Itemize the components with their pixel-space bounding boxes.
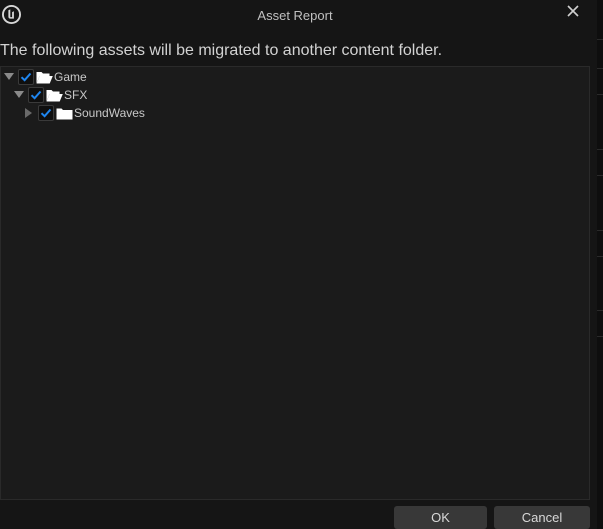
ok-button[interactable]: OK [394, 506, 487, 529]
triangle-down-icon[interactable] [13, 89, 25, 101]
title-bar: Asset Report [0, 0, 597, 34]
soundwaves-checkbox[interactable] [38, 105, 54, 121]
check-icon [30, 90, 42, 100]
window-title: Asset Report [257, 8, 333, 23]
background-strip [597, 0, 603, 529]
cancel-button[interactable]: Cancel [494, 506, 590, 529]
check-icon [20, 72, 32, 82]
sfx-checkbox[interactable] [28, 87, 44, 103]
check-icon [40, 108, 52, 118]
tree-item-game[interactable]: Game [3, 68, 87, 86]
triangle-right-icon[interactable] [23, 107, 35, 119]
tree-item-label: SoundWaves [74, 106, 145, 120]
close-button[interactable] [562, 1, 584, 21]
close-icon [567, 5, 579, 17]
migration-message: The following assets will be migrated to… [0, 42, 443, 59]
folder-icon [56, 107, 73, 120]
tree-item-soundwaves[interactable]: SoundWaves [23, 104, 145, 122]
asset-report-dialog: Asset Report The following assets will b… [0, 0, 603, 529]
tree-item-label: Game [54, 70, 87, 84]
tree-item-sfx[interactable]: SFX [13, 86, 87, 104]
folder-open-icon [36, 71, 53, 84]
tree-item-label: SFX [64, 88, 88, 102]
asset-tree: Game SFX SoundWaves [0, 66, 590, 500]
game-checkbox[interactable] [18, 69, 34, 85]
triangle-down-icon[interactable] [3, 71, 15, 83]
folder-open-icon [46, 89, 63, 102]
